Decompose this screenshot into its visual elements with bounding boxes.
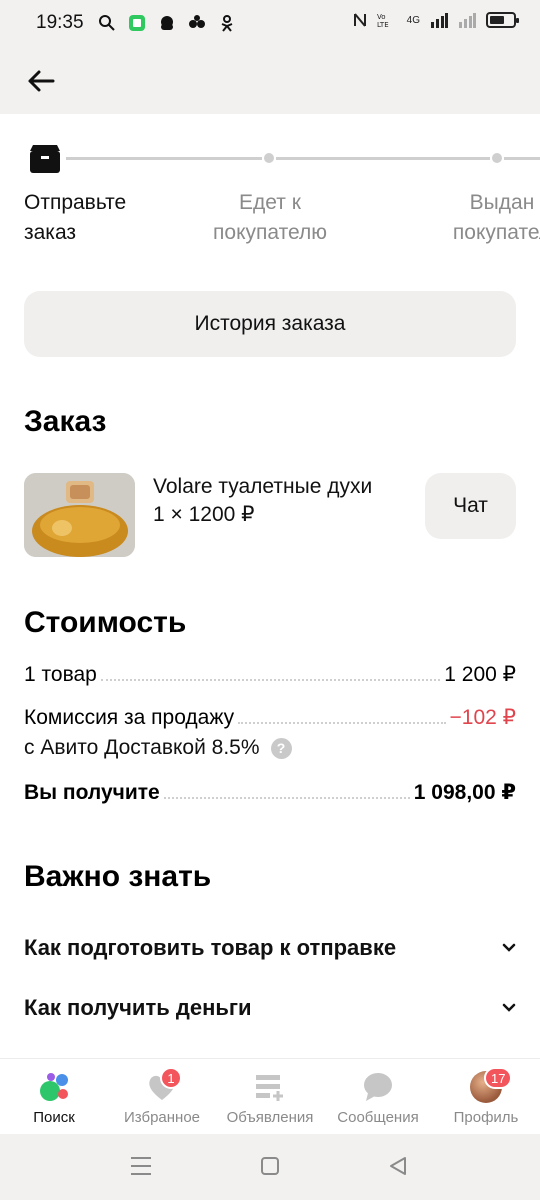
- nav-messages-label: Сообщения: [337, 1109, 419, 1126]
- nav-favorites-label: Избранное: [123, 1109, 201, 1126]
- heart-icon: 1: [146, 1067, 182, 1103]
- help-icon[interactable]: ?: [270, 737, 292, 759]
- commission-rate-label: с Авито Доставкой 8.5%: [24, 736, 260, 759]
- items-label: 1 товар: [24, 663, 97, 686]
- svg-text:LTE: LTE: [377, 21, 389, 28]
- dotted-leader: [163, 797, 410, 799]
- nav-messages[interactable]: Сообщения: [324, 1059, 432, 1134]
- profile-badge: 17: [484, 1067, 513, 1089]
- dotted-leader: [238, 722, 446, 724]
- total-value: 1 098,00 ₽: [413, 781, 516, 804]
- nav-listings-label: Объявления: [226, 1109, 314, 1126]
- chat-button[interactable]: Чат: [425, 473, 516, 539]
- order-history-button[interactable]: История заказа: [24, 291, 516, 357]
- system-navigation-bar: [0, 1134, 540, 1200]
- cost-section-title: Стоимость: [24, 606, 187, 639]
- back-triangle-icon[interactable]: [388, 1156, 408, 1176]
- status-notification-icons: [98, 14, 236, 32]
- commission-value: −102 ₽: [449, 706, 517, 729]
- accordion-money-label: Как получить деньги: [24, 995, 252, 1020]
- step-on-the-way: Едет к покупателю: [213, 191, 327, 244]
- signal-2-icon: [459, 13, 476, 28]
- accordion-prepare-item[interactable]: Как подготовить товар к отправке: [24, 935, 516, 961]
- arrow-left-icon: [28, 70, 55, 92]
- perfume-bottle-image: [24, 473, 135, 557]
- back-button[interactable]: [24, 64, 58, 98]
- product-quantity-price: 1 × 1200 ₽: [153, 503, 255, 526]
- items-value: 1 200 ₽: [444, 663, 516, 686]
- signal-icon: [431, 13, 448, 28]
- battery-icon: [486, 12, 519, 28]
- progress-track-1: [66, 157, 262, 160]
- cost-row-items: 1 товар 1 200 ₽: [24, 662, 516, 687]
- package-icon: [30, 145, 60, 173]
- order-section-title: Заказ: [24, 405, 107, 438]
- cost-row-commission: Комиссия за продажу −102 ₽: [24, 705, 516, 730]
- search-dots-icon: [40, 1073, 68, 1101]
- nfc-icon: [353, 13, 366, 27]
- cost-row-total: Вы получите 1 098,00 ₽: [24, 780, 516, 805]
- avatar: 17: [470, 1067, 513, 1103]
- home-icon[interactable]: [260, 1156, 280, 1176]
- nav-profile-label: Профиль: [453, 1109, 519, 1126]
- dotted-leader: [100, 679, 441, 681]
- product-image[interactable]: [24, 473, 135, 557]
- step-send-order: Отправьте заказ: [24, 191, 127, 244]
- important-section-title: Важно знать: [24, 860, 212, 893]
- progress-track-3: [504, 157, 540, 160]
- nav-profile[interactable]: 17 Профиль: [432, 1059, 540, 1134]
- chevron-down-icon: [502, 1003, 516, 1012]
- nav-search-label: Поиск: [33, 1109, 75, 1126]
- chat-bubble-icon: [364, 1073, 392, 1101]
- network-type: 4G: [406, 14, 420, 26]
- status-time: 19:35: [36, 12, 84, 33]
- status-system-icons: Vo LTE 4G: [353, 12, 519, 28]
- product-name[interactable]: Volare туалетные духи: [153, 475, 372, 499]
- total-label: Вы получите: [24, 781, 160, 804]
- odnoklassniki-icon: [221, 15, 232, 32]
- recent-apps-icon[interactable]: [130, 1156, 152, 1176]
- order-progress: Отправьте заказ Едет к покупателю Выдан …: [0, 140, 540, 250]
- volte-icon: VoLTE: [377, 13, 389, 28]
- bottom-navigation: Поиск 1 Избранное Объявления Сообщения 1…: [0, 1058, 540, 1134]
- app-green-icon: [128, 15, 145, 31]
- favorites-badge: 1: [160, 1067, 182, 1089]
- search-icon: [98, 15, 115, 31]
- step-delivered: Выдан покупател: [452, 191, 540, 244]
- dots-icon: [188, 15, 205, 28]
- progress-dot-1: [264, 153, 274, 163]
- progress-dot-2: [492, 153, 502, 163]
- status-bar: 19:35 Vo LTE 4G: [0, 0, 540, 46]
- accordion-money-item[interactable]: Как получить деньги: [24, 995, 516, 1021]
- accordion-prepare-label: Как подготовить товар к отправке: [24, 935, 397, 960]
- svg-text:Vo: Vo: [377, 13, 386, 21]
- commission-label: Комиссия за продажу: [24, 706, 235, 729]
- nav-listings[interactable]: Объявления: [216, 1059, 324, 1134]
- progress-track-2: [276, 157, 490, 160]
- chevron-down-icon: [502, 943, 516, 952]
- nav-search[interactable]: Поиск: [0, 1059, 108, 1134]
- app-header: [0, 46, 540, 114]
- commission-label-line2: с Авито Доставкой 8.5% ?: [24, 736, 292, 760]
- cloud-icon: [160, 16, 173, 30]
- listings-icon: [256, 1075, 283, 1101]
- nav-favorites[interactable]: 1 Избранное: [108, 1059, 216, 1134]
